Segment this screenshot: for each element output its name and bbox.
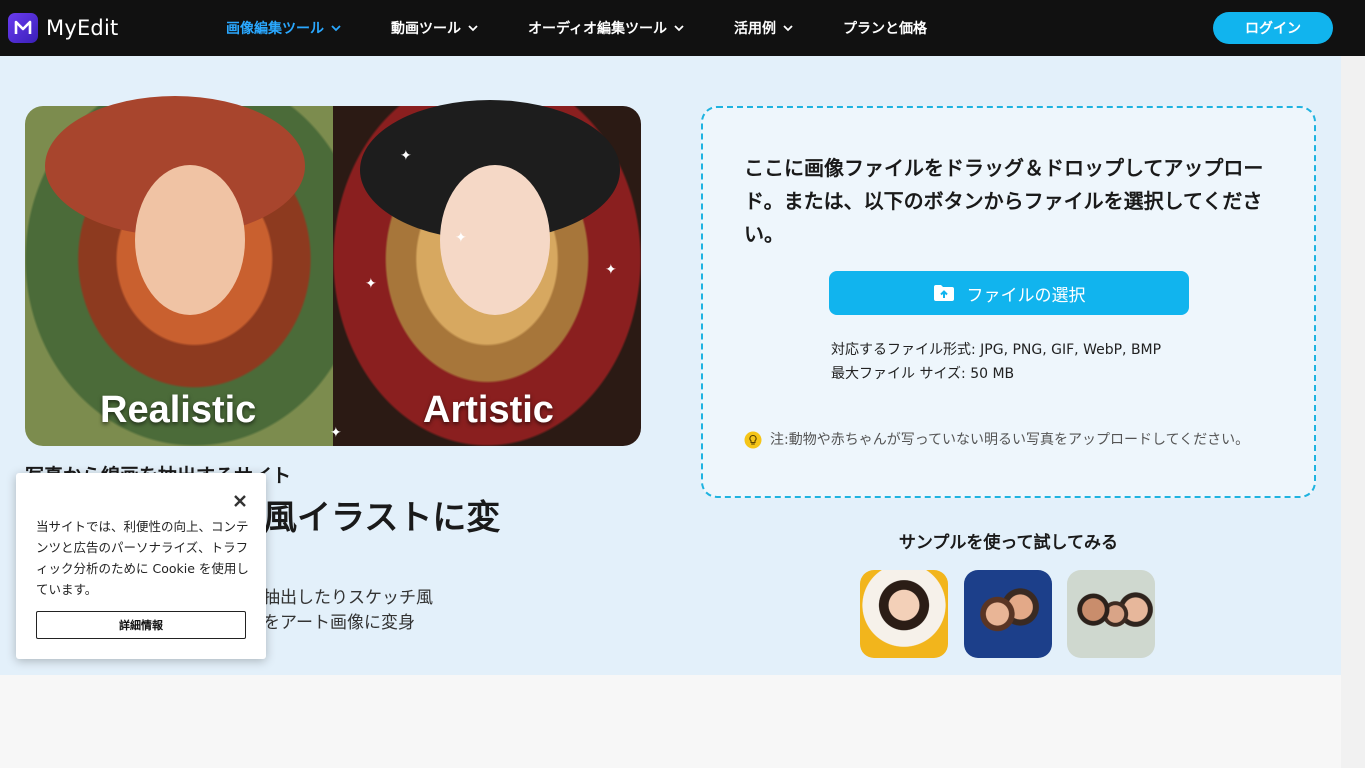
nav-plans-pricing-label: プランと価格 xyxy=(843,21,927,37)
myedit-logo-icon xyxy=(8,13,38,43)
sparkle-icon: ✦ xyxy=(605,262,617,278)
choose-file-button[interactable]: ファイルの選択 xyxy=(829,271,1189,315)
nav-image-tools[interactable]: 画像編集ツール xyxy=(226,0,342,56)
sample-thumbnail-family[interactable] xyxy=(1067,570,1155,658)
logo-text: MyEdit xyxy=(46,16,119,40)
face-shape xyxy=(135,165,245,315)
close-icon[interactable] xyxy=(232,493,248,509)
lightbulb-icon xyxy=(744,431,762,449)
upload-dropzone[interactable]: ここに画像ファイルをドラッグ＆ドロップしてアップロード。または、以下のボタンから… xyxy=(701,106,1316,498)
chevron-down-icon xyxy=(783,25,793,32)
top-navigation-bar: MyEdit 画像編集ツール 動画ツール オーディオ編集ツール 活用例 プランと… xyxy=(0,0,1365,56)
artistic-label: Artistic xyxy=(423,389,554,431)
upload-note: 注:動物や赤ちゃんが写っていない明るい写真をアップロードしてください。 xyxy=(744,428,1274,452)
chevron-down-icon xyxy=(468,25,478,32)
nav-audio-tools-label: オーディオ編集ツール xyxy=(528,21,668,37)
upload-instructions: ここに画像ファイルをドラッグ＆ドロップしてアップロード。または、以下のボタンから… xyxy=(744,156,1264,246)
chevron-down-icon xyxy=(331,25,341,32)
samples-heading: サンプルを使って試してみる xyxy=(898,533,1119,553)
myedit-logo[interactable]: MyEdit xyxy=(8,12,118,44)
choose-file-label: ファイルの選択 xyxy=(966,285,1086,306)
folder-upload-icon xyxy=(933,285,954,301)
sparkle-icon: ✦ xyxy=(455,230,467,246)
sample-thumbnail-couple[interactable] xyxy=(964,570,1052,658)
nav-audio-tools[interactable]: オーディオ編集ツール xyxy=(528,0,685,56)
upload-note-text: 注:動物や赤ちゃんが写っていない明るい写真をアップロードしてください。 xyxy=(770,432,1250,448)
sparkle-icon: ✦ xyxy=(330,425,342,441)
cookie-details-button[interactable]: 詳細情報 xyxy=(36,611,246,639)
cookie-message: 当サイトでは、利便性の向上、コンテンツと広告のパーソナライズ、トラフィック分析の… xyxy=(36,519,249,597)
supported-formats: 対応するファイル形式: JPG, PNG, GIF, WebP, BMP xyxy=(831,342,1162,358)
sparkle-icon: ✦ xyxy=(365,276,377,292)
nav-image-tools-label: 画像編集ツール xyxy=(226,21,324,37)
nav-use-cases-label: 活用例 xyxy=(734,21,776,37)
page-scrollbar[interactable] xyxy=(1341,56,1365,768)
file-requirements: 対応するファイル形式: JPG, PNG, GIF, WebP, BMP 最大フ… xyxy=(831,338,1161,386)
nav-video-tools-label: 動画ツール xyxy=(391,21,461,37)
nav-use-cases[interactable]: 活用例 xyxy=(734,0,794,56)
nav-plans-pricing[interactable]: プランと価格 xyxy=(843,0,927,56)
cookie-consent-banner: 当サイトでは、利便性の向上、コンテンツと広告のパーソナライズ、トラフィック分析の… xyxy=(16,473,266,659)
login-button[interactable]: ログイン xyxy=(1213,12,1333,44)
max-file-size: 最大ファイル サイズ: 50 MB xyxy=(831,366,1015,382)
nav-video-tools[interactable]: 動画ツール xyxy=(391,0,479,56)
chevron-down-icon xyxy=(674,25,684,32)
sparkle-icon: ✦ xyxy=(400,148,412,164)
realistic-label: Realistic xyxy=(100,389,257,431)
sample-thumbnail-woman[interactable] xyxy=(860,570,948,658)
